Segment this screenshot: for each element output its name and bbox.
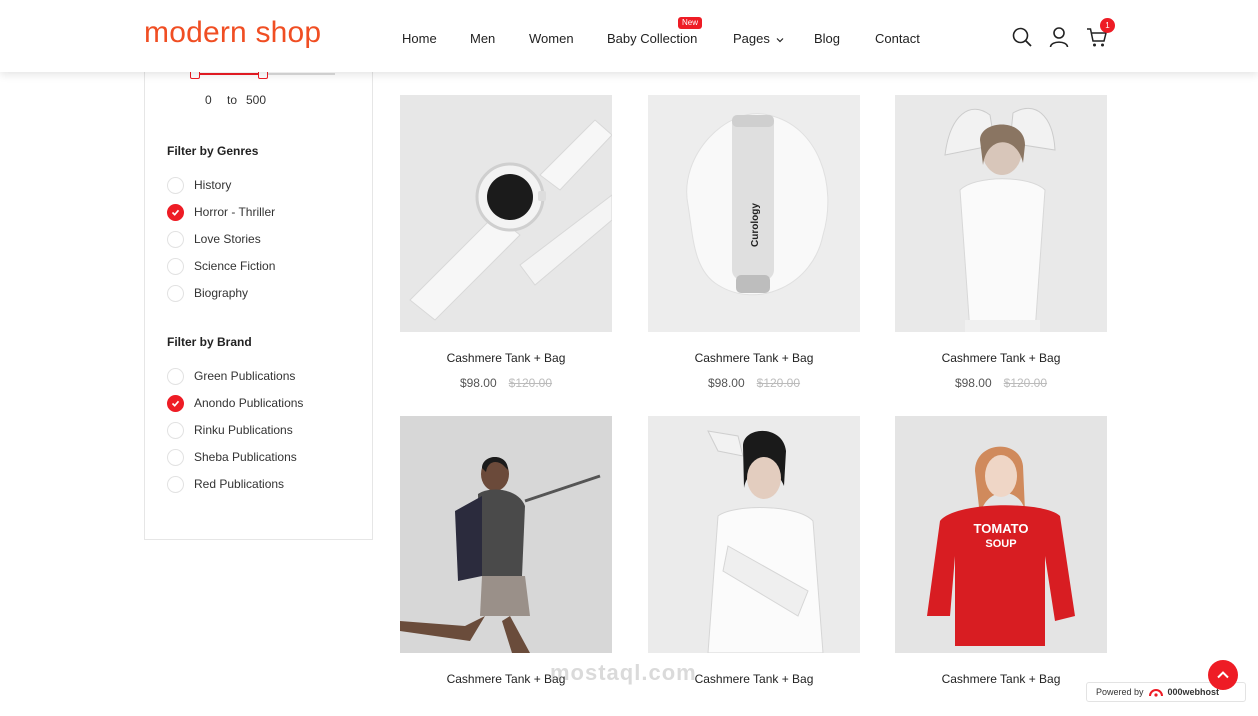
bottle-image: Curology — [648, 95, 860, 332]
checkbox[interactable] — [167, 421, 184, 439]
nav-home[interactable]: Home — [402, 31, 437, 46]
product-name[interactable]: Cashmere Tank + Bag — [648, 351, 860, 365]
checkbox[interactable] — [167, 257, 184, 275]
brand-option[interactable]: Anondo Publications — [167, 394, 303, 412]
model-backpack-image — [400, 416, 612, 653]
product-name[interactable]: Cashmere Tank + Bag — [895, 672, 1107, 686]
genre-label: Science Fiction — [194, 259, 276, 273]
product-old-price: $120.00 — [508, 376, 553, 390]
checked-checkbox[interactable] — [167, 203, 184, 221]
product-old-price: $120.00 — [756, 376, 801, 390]
woman-red-sweater-image: TOMATO SOUP — [895, 416, 1107, 653]
brand-option[interactable]: Green Publications — [167, 367, 295, 385]
product-prices: $98.00 $120.00 — [895, 376, 1107, 390]
brand-label: Red Publications — [194, 477, 285, 491]
brand-option[interactable]: Red Publications — [167, 475, 284, 493]
checkbox[interactable] — [167, 367, 184, 385]
host-logo-icon — [1148, 689, 1163, 697]
brand-option[interactable]: Sheba Publications — [167, 448, 297, 466]
nav-baby-collection[interactable]: Baby Collection — [607, 31, 697, 46]
sweater-text-line1: TOMATO — [974, 521, 1029, 536]
nav-contact[interactable]: Contact — [875, 31, 920, 46]
genre-label: Love Stories — [194, 232, 261, 246]
checkbox[interactable] — [167, 448, 184, 466]
brand-filter-title: Filter by Brand — [167, 335, 252, 349]
woman-white-top-image — [895, 95, 1107, 332]
genres-filter-title: Filter by Genres — [167, 144, 259, 158]
price-range-separator: to — [227, 93, 238, 107]
checkmark-icon — [171, 400, 180, 407]
product-name[interactable]: Cashmere Tank + Bag — [400, 351, 612, 365]
product-price: $98.00 — [954, 376, 992, 390]
genre-option[interactable]: Science Fiction — [167, 257, 275, 275]
user-icon[interactable] — [1048, 26, 1070, 48]
logo[interactable]: modern shop — [144, 16, 321, 50]
product-image[interactable] — [648, 416, 860, 653]
product-name[interactable]: Cashmere Tank + Bag — [895, 351, 1107, 365]
product-image[interactable]: TOMATO SOUP — [895, 416, 1107, 653]
checkbox[interactable] — [167, 284, 184, 302]
product-price: $98.00 — [707, 376, 745, 390]
brand-label: Rinku Publications — [194, 423, 293, 437]
checkbox[interactable] — [167, 230, 184, 248]
brand-label: Anondo Publications — [194, 396, 304, 410]
site-header: modern shop Home Men Women Baby Collecti… — [0, 0, 1258, 72]
product-card[interactable]: Cashmere Tank + Bag $98.00 $120.00 — [895, 95, 1107, 395]
woman-white-shirt-image — [648, 416, 860, 653]
product-image[interactable]: Curology — [648, 95, 860, 332]
genre-option[interactable]: Love Stories — [167, 230, 261, 248]
bottle-brand-text: Curology — [750, 203, 761, 247]
genre-option[interactable]: Biography — [167, 284, 248, 302]
nav-women[interactable]: Women — [529, 31, 574, 46]
product-prices — [648, 697, 860, 711]
new-badge: New — [678, 17, 703, 29]
checkbox[interactable] — [167, 475, 184, 493]
genre-option[interactable]: History — [167, 176, 231, 194]
filter-sidebar: 0 to 500 Filter by Genres History Horror … — [144, 40, 373, 540]
cart-count-badge: 1 — [1100, 18, 1115, 33]
chevron-up-icon — [1217, 671, 1229, 679]
product-card[interactable]: TOMATO SOUP Cashmere Tank + Bag — [895, 416, 1107, 716]
nav-blog[interactable]: Blog — [814, 31, 840, 46]
product-price: $98.00 — [459, 376, 497, 390]
genre-label: Biography — [194, 286, 249, 300]
brand-option[interactable]: Rinku Publications — [167, 421, 293, 439]
product-card[interactable]: Cashmere Tank + Bag $98.00 $120.00 — [400, 95, 612, 395]
price-max-value: 500 — [246, 93, 267, 107]
genre-label: History — [194, 178, 232, 192]
chevron-down-icon — [776, 37, 783, 42]
product-image[interactable] — [400, 95, 612, 332]
powered-by-label: Powered by — [1096, 687, 1144, 697]
product-image[interactable] — [400, 416, 612, 653]
host-name: 000webhost — [1167, 687, 1220, 697]
sweater-text-line2: SOUP — [985, 538, 1016, 550]
price-min-value: 0 — [205, 93, 212, 107]
scroll-top-button[interactable] — [1208, 660, 1238, 690]
nav-pages-label: Pages — [733, 31, 770, 46]
product-prices — [895, 697, 1107, 711]
checked-checkbox[interactable] — [167, 394, 184, 412]
checkmark-icon — [171, 209, 180, 216]
nav-men[interactable]: Men — [470, 31, 495, 46]
genre-label: Horror - Thriller — [194, 205, 276, 219]
product-prices: $98.00 $120.00 — [400, 376, 612, 390]
brand-label: Green Publications — [194, 369, 296, 383]
product-image[interactable] — [895, 95, 1107, 332]
watermark: mostaql.com — [550, 660, 697, 685]
search-icon[interactable] — [1011, 26, 1033, 48]
smartwatch-image — [400, 95, 612, 332]
product-old-price: $120.00 — [1003, 376, 1048, 390]
checkbox[interactable] — [167, 176, 184, 194]
price-range-fill — [195, 73, 263, 75]
product-prices — [400, 697, 612, 711]
genre-option[interactable]: Horror - Thriller — [167, 203, 275, 221]
nav-pages[interactable]: Pages — [733, 31, 784, 46]
brand-label: Sheba Publications — [194, 450, 297, 464]
product-card[interactable]: Curology Cashmere Tank + Bag $98.00 $120.0… — [648, 95, 860, 395]
product-prices: $98.00 $120.00 — [648, 376, 860, 390]
